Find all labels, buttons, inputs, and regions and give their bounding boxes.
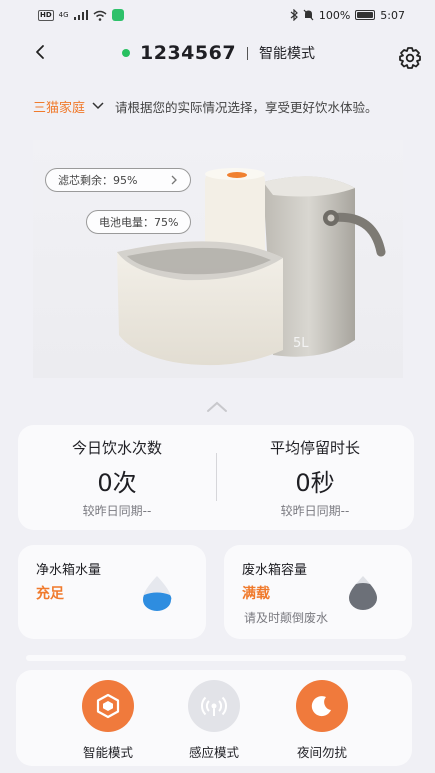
mode-selector-card: 智能模式 感应模式 夜间勿扰 — [16, 670, 412, 766]
app-notification-icon — [111, 9, 124, 21]
clean-tank-status: 充足 — [36, 586, 64, 602]
avg-stay-compare: 较昨日同期-- — [280, 504, 350, 518]
current-mode-title: 智能模式 — [259, 46, 316, 62]
waste-tank-title: 废水箱容量 — [242, 563, 308, 578]
avg-stay-label: 平均停留时长 — [269, 439, 360, 457]
avg-stay-stat: 平均停留时长 0秒 较昨日同期-- — [216, 425, 414, 530]
avg-stay-value: 0秒 — [295, 469, 335, 497]
battery-percent: 100% — [318, 8, 351, 22]
battery-level-label: 电池电量：75% — [99, 216, 179, 229]
filter-remaining-label: 滤芯剩余：95% — [58, 174, 138, 187]
sensor-mode-button[interactable]: 感应模式 — [169, 680, 259, 761]
back-button[interactable] — [28, 40, 52, 64]
status-bar: HD 4G 100% 5:07 — [0, 0, 435, 30]
moon-icon — [311, 696, 331, 717]
battery-level-pill: 电池电量：75% — [86, 210, 192, 234]
chevron-down-icon — [92, 102, 104, 110]
settings-gear-icon[interactable] — [396, 44, 424, 72]
smart-mode-circle — [82, 680, 134, 732]
drink-count-stat: 今日饮水次数 0次 较昨日同期-- — [18, 425, 216, 530]
chevron-left-icon — [36, 45, 44, 59]
waste-drop-icon — [349, 576, 377, 610]
clock: 5:07 — [380, 8, 405, 22]
mute-bell-icon — [303, 9, 314, 21]
clean-tank-title: 净水箱水量 — [36, 563, 102, 578]
night-mode-label: 夜间勿扰 — [296, 745, 347, 760]
family-selector[interactable]: 三猫家庭 请根据您的实际情况选择，享受更好饮水体验。 — [33, 96, 378, 116]
section-divider-bar — [26, 655, 406, 661]
family-name: 三猫家庭 — [33, 100, 86, 116]
chevron-up-icon[interactable] — [205, 400, 229, 414]
device-id: 1234567 — [140, 42, 237, 64]
smart-mode-label: 智能模式 — [82, 745, 133, 760]
waste-tank-status: 满载 — [242, 586, 270, 602]
waste-tank-card[interactable]: 废水箱容量 满载 请及时颠倒废水 — [224, 545, 412, 639]
drink-count-value: 0次 — [97, 469, 137, 497]
network-type: 4G — [58, 11, 69, 19]
capacity-mark: 5L — [293, 336, 309, 351]
filter-remaining-pill[interactable]: 滤芯剩余：95% — [45, 168, 191, 192]
night-mode-button[interactable]: 夜间勿扰 — [277, 680, 367, 761]
bluetooth-icon — [290, 9, 298, 21]
smart-mode-button[interactable]: 智能模式 — [63, 680, 153, 761]
drink-count-compare: 较昨日同期-- — [82, 504, 152, 518]
night-mode-circle — [296, 680, 348, 732]
water-drop-icon — [143, 576, 172, 611]
clean-tank-card[interactable]: 净水箱水量 充足 — [18, 545, 206, 639]
app-header: 1234567 智能模式 — [0, 34, 435, 78]
family-tip: 请根据您的实际情况选择，享受更好饮水体验。 — [115, 99, 378, 115]
drinking-stats-card: 今日饮水次数 0次 较昨日同期-- 平均停留时长 0秒 较昨日同期-- — [18, 425, 414, 530]
sensor-mode-label: 感应模式 — [188, 745, 239, 760]
hexagon-icon — [96, 693, 120, 719]
sensor-mode-circle — [188, 680, 240, 732]
title-divider — [247, 46, 249, 60]
online-status-dot — [122, 49, 130, 57]
page-title: 1234567 智能模式 — [122, 42, 315, 64]
hd-indicator: HD — [38, 9, 54, 21]
waste-tank-hint: 请及时颠倒废水 — [244, 611, 329, 625]
wifi-icon — [93, 10, 107, 21]
chevron-right-icon — [171, 175, 177, 185]
battery-icon — [355, 10, 376, 20]
drink-count-label: 今日饮水次数 — [71, 439, 162, 457]
sensor-icon — [201, 696, 227, 716]
signal-icon — [73, 10, 88, 20]
